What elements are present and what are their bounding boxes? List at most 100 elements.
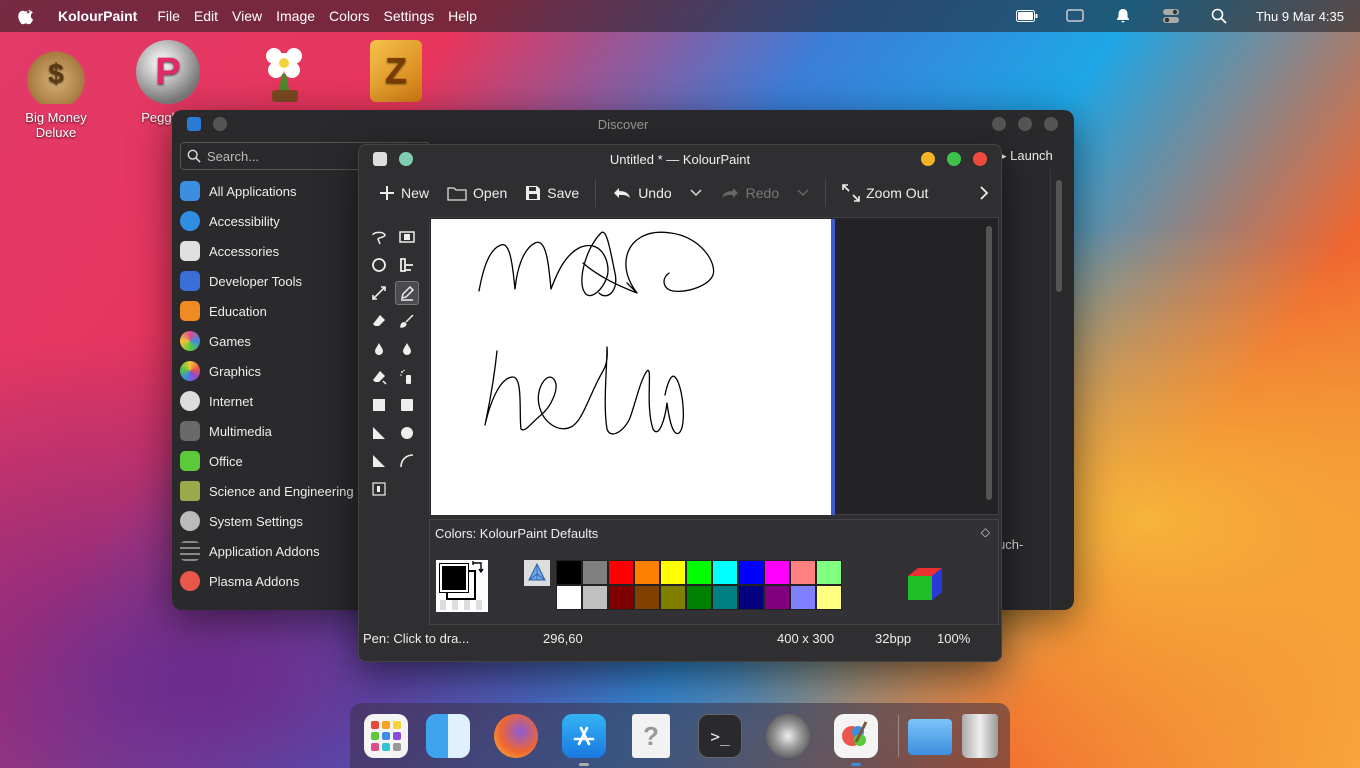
foreground-color[interactable] [439,563,469,593]
menu-image[interactable]: Image [276,8,315,24]
category-multimedia[interactable]: Multimedia [180,416,370,446]
desktop-icon-big-money[interactable]: $ Big Money Deluxe [6,44,106,140]
color-picker-tool[interactable] [395,337,419,361]
category-accessories[interactable]: Accessories [180,236,370,266]
category-graphics[interactable]: Graphics [180,356,370,386]
firefox-icon[interactable] [494,714,538,758]
maximize-button[interactable] [947,152,961,166]
text-tool[interactable] [395,253,419,277]
redo-button[interactable]: Redo [714,181,785,205]
palette-swatch[interactable] [712,585,738,610]
control-center-icon[interactable] [1160,7,1182,25]
app-store-icon[interactable] [562,714,606,758]
finder-icon[interactable] [426,714,470,758]
pen-tool[interactable] [395,281,419,305]
display-icon[interactable] [1064,7,1086,25]
ellipse-select-tool[interactable] [367,253,391,277]
palette-swatch[interactable] [660,585,686,610]
canvas-vertical-scrollbar[interactable] [986,226,992,500]
ellipse-tool[interactable] [395,421,419,445]
palette-swatch[interactable] [634,560,660,585]
menu-colors[interactable]: Colors [329,8,369,24]
terminal-icon[interactable]: >_ [698,714,742,758]
desktop-icon-puzzle[interactable]: Z [346,40,446,108]
discover-close-button[interactable] [1044,117,1058,131]
minimize-button[interactable] [921,152,935,166]
category-science-engineering[interactable]: Science and Engineering [180,476,370,506]
polyline-tool[interactable] [367,449,391,473]
category-games[interactable]: Games [180,326,370,356]
brush-size-option[interactable] [367,477,391,501]
palette-swatch[interactable] [608,560,634,585]
color-similarity-icon[interactable] [524,560,550,586]
launch-button[interactable]: ▸ Launch [1000,148,1053,164]
palette-swatch[interactable] [816,585,842,610]
color-eraser-tool[interactable] [367,365,391,389]
launchpad-icon[interactable] [364,714,408,758]
discover-scrollbar[interactable] [1056,180,1062,292]
menu-view[interactable]: View [232,8,262,24]
palette-swatch[interactable] [634,585,660,610]
category-office[interactable]: Office [180,446,370,476]
palette-swatch[interactable] [686,560,712,585]
brush-tool[interactable] [395,309,419,333]
redo-dropdown[interactable] [791,185,815,201]
swap-colors-icon[interactable] [470,560,486,576]
undo-dropdown[interactable] [684,185,708,201]
category-internet[interactable]: Internet [180,386,370,416]
palette-swatch[interactable] [816,560,842,585]
folder-icon[interactable] [908,719,952,755]
menu-settings[interactable]: Settings [384,8,435,24]
palette-swatch[interactable] [790,585,816,610]
category-accessibility[interactable]: Accessibility [180,206,370,236]
app-name-menu[interactable]: KolourPaint [58,8,137,24]
system-preferences-icon[interactable] [766,714,810,758]
palette-swatch[interactable] [582,585,608,610]
category-system-settings[interactable]: System Settings [180,506,370,536]
palette-swatch[interactable] [608,585,634,610]
category-all-applications[interactable]: All Applications [180,176,370,206]
pin-button[interactable] [399,152,413,166]
canvas-resize-edge[interactable] [831,219,835,515]
flood-fill-tool[interactable] [367,337,391,361]
discover-maximize-button[interactable] [1018,117,1032,131]
palette-swatch[interactable] [686,585,712,610]
free-form-select-tool[interactable] [367,225,391,249]
notifications-bell-icon[interactable] [1112,7,1134,25]
toolbar-overflow-button[interactable] [973,181,995,205]
zoom-out-button[interactable]: Zoom Out [836,180,934,206]
close-button[interactable] [973,152,987,166]
discover-pin-button[interactable] [213,117,227,131]
float-panel-icon[interactable]: ◇ [981,525,990,539]
category-education[interactable]: Education [180,296,370,326]
discover-minimize-button[interactable] [992,117,1006,131]
kolourpaint-icon[interactable] [834,714,878,758]
palette-swatch[interactable] [764,585,790,610]
trash-icon[interactable] [962,714,998,758]
palette-swatch[interactable] [738,585,764,610]
curve-tool[interactable] [395,449,419,473]
menu-help[interactable]: Help [448,8,477,24]
palette-swatch[interactable] [738,560,764,585]
desktop-icon-plants[interactable] [234,40,334,106]
search-icon[interactable] [1208,7,1230,25]
palette-swatch[interactable] [660,560,686,585]
apple-menu-icon[interactable] [18,7,36,25]
battery-icon[interactable] [1015,7,1038,25]
spraycan-tool[interactable] [395,365,419,389]
palette-swatch[interactable] [790,560,816,585]
drawing-canvas[interactable] [431,219,831,515]
help-icon[interactable]: ? [632,714,670,758]
category-plasma-addons[interactable]: Plasma Addons [180,566,370,596]
new-button[interactable]: New [373,181,435,205]
polygon-tool[interactable] [367,421,391,445]
palette-swatch[interactable] [764,560,790,585]
palette-swatch[interactable] [582,560,608,585]
menu-edit[interactable]: Edit [194,8,218,24]
color-cube-icon[interactable] [904,564,946,609]
rounded-rectangle-tool[interactable] [395,393,419,417]
palette-swatch[interactable] [556,585,582,610]
rectangle-tool[interactable] [367,393,391,417]
category-application-addons[interactable]: Application Addons [180,536,370,566]
eraser-tool[interactable] [367,309,391,333]
